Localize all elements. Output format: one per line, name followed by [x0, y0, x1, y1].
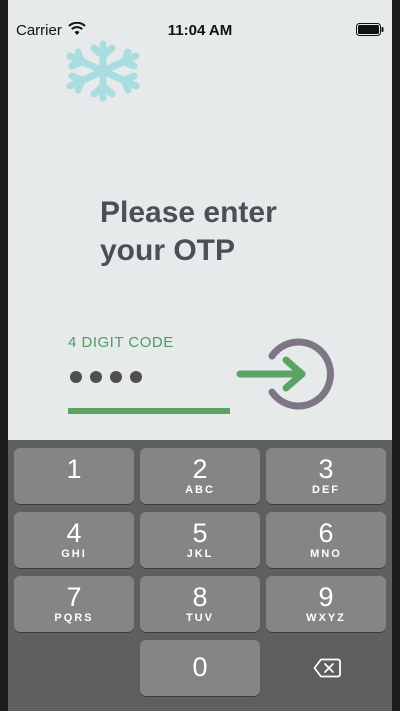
key-0[interactable]: 0 [140, 640, 260, 696]
key-letters: MNO [310, 548, 342, 560]
otp-dot [130, 371, 142, 383]
key-2[interactable]: 2 ABC [140, 448, 260, 504]
otp-input[interactable] [70, 371, 142, 383]
title-line-1: Please enter [100, 196, 277, 229]
device-frame: Carrier 11:04 AM Please enter your OTP 4… [0, 0, 400, 711]
key-6[interactable]: 6 MNO [266, 512, 386, 568]
key-4[interactable]: 4 GHI [14, 512, 134, 568]
key-letters: WXYZ [306, 612, 346, 624]
submit-button[interactable] [236, 336, 336, 410]
key-digit: 9 [318, 582, 334, 612]
otp-input-underline [68, 408, 230, 414]
snowflake-icon [66, 40, 140, 102]
key-1[interactable]: 1 [14, 448, 134, 504]
key-digit: 8 [192, 582, 208, 612]
key-letters: DEF [312, 484, 340, 496]
otp-screen: Carrier 11:04 AM Please enter your OTP 4… [8, 0, 392, 711]
key-digit: 3 [318, 454, 334, 484]
page-title: Please enter your OTP [100, 194, 360, 270]
key-digit: 1 [66, 454, 82, 484]
key-digit: 5 [192, 518, 208, 548]
key-9[interactable]: 9 WXYZ [266, 576, 386, 632]
status-time: 11:04 AM [167, 22, 233, 39]
key-digit: 6 [318, 518, 334, 548]
backspace-button[interactable] [266, 640, 386, 696]
key-digit: 0 [192, 652, 208, 682]
key-letters: ABC [185, 484, 215, 496]
arrow-right-circle-icon [236, 338, 334, 410]
numeric-keypad: 1 2 ABC 3 DEF 4 GHI 5 JKL 6 MNO 7 PQRS 8… [8, 440, 392, 711]
key-8[interactable]: 8 TUV [140, 576, 260, 632]
key-letters: TUV [186, 612, 214, 624]
key-letters: JKL [186, 548, 214, 560]
key-digit: 4 [66, 518, 82, 548]
key-letters: GHI [61, 548, 87, 560]
title-line-2: your OTP [100, 234, 236, 267]
key-digit: 7 [66, 582, 82, 612]
otp-field-label: 4 DIGIT CODE [68, 334, 174, 351]
backspace-icon [313, 658, 341, 678]
otp-dot [70, 371, 82, 383]
otp-dot [90, 371, 102, 383]
key-letters: PQRS [54, 612, 94, 624]
key-3[interactable]: 3 DEF [266, 448, 386, 504]
otp-dot [110, 371, 122, 383]
key-7[interactable]: 7 PQRS [14, 576, 134, 632]
key-digit: 2 [192, 454, 208, 484]
status-bar: Carrier 11:04 AM [8, 0, 392, 40]
battery-icon [356, 23, 384, 36]
key-5[interactable]: 5 JKL [140, 512, 260, 568]
